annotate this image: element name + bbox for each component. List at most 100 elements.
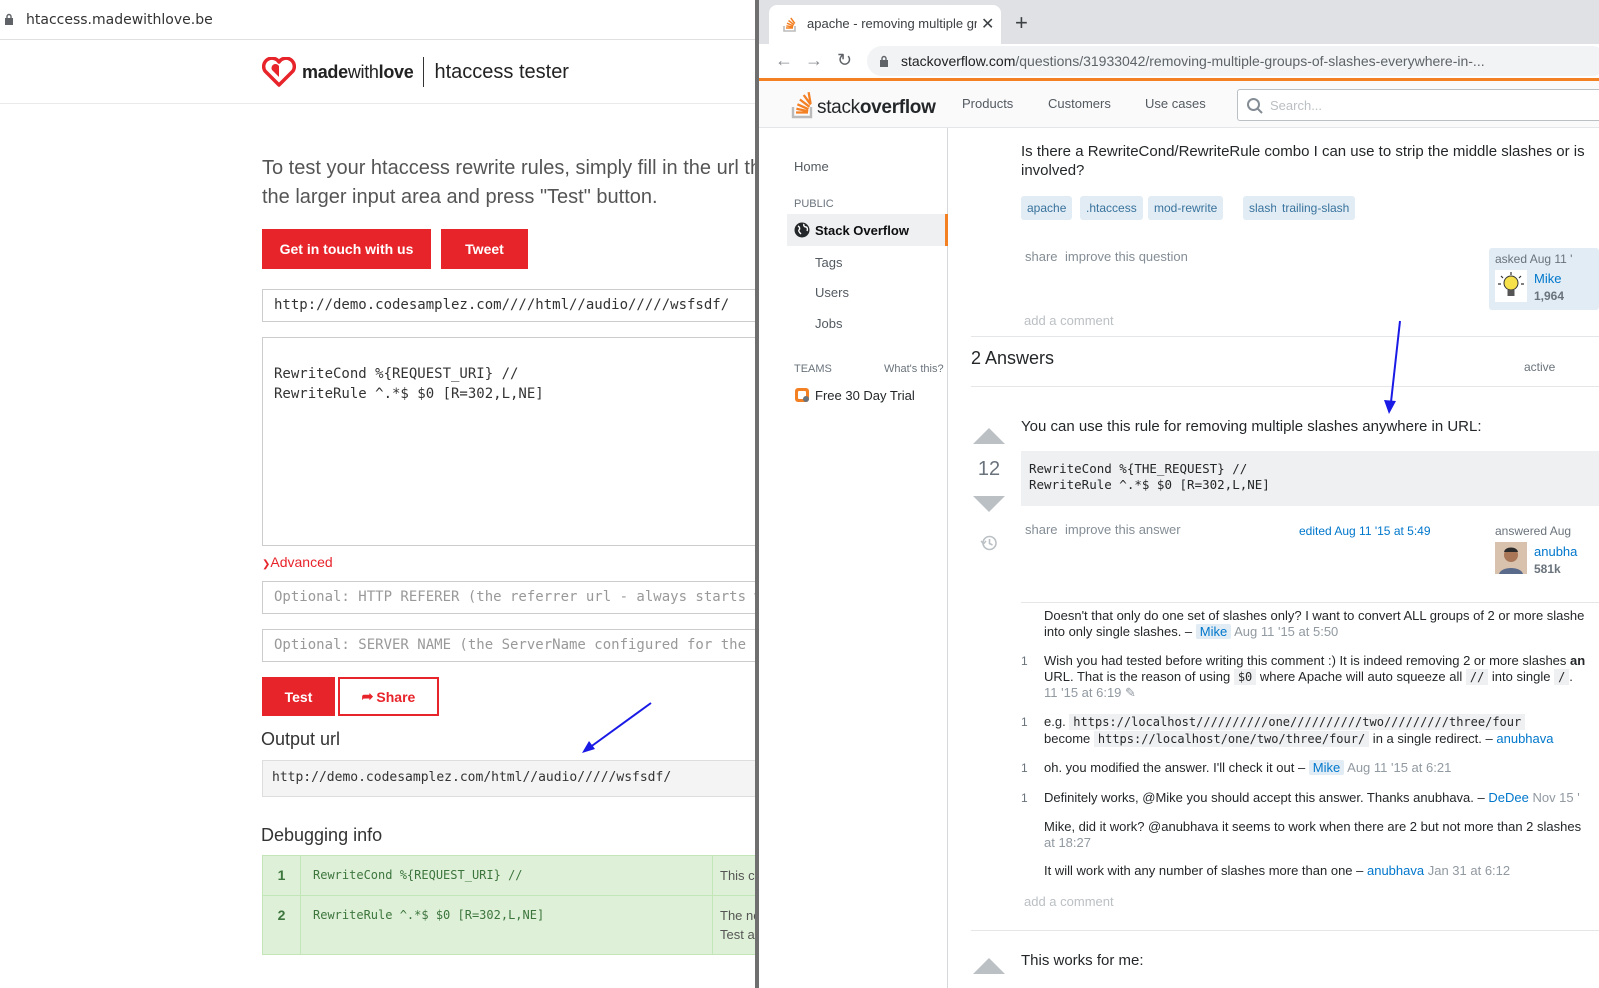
- rules-textarea[interactable]: RewriteCond %{REQUEST_URI} // RewriteRul…: [262, 337, 760, 546]
- comment-date[interactable]: Jan 31 at 6:12: [1428, 863, 1510, 878]
- annotation-arrow-icon: [1384, 320, 1401, 414]
- comment-score: 1: [1021, 791, 1028, 805]
- answer-edited-date[interactable]: edited Aug 11 '15 at 5:49: [1299, 524, 1431, 538]
- htaccess-tester-window: htaccess.madewithlove.be madewithlove ht…: [0, 0, 760, 988]
- so-left-sidebar: Home PUBLIC Stack Overflow Tags Users Jo…: [759, 128, 948, 988]
- back-arrow-icon[interactable]: ←: [775, 50, 793, 71]
- comment-date[interactable]: Aug 11 '15 at 6:21: [1347, 760, 1451, 775]
- brand-separator: [423, 57, 425, 87]
- comment-user[interactable]: Mike: [1195, 624, 1232, 639]
- answer-author-avatar[interactable]: [1495, 542, 1527, 574]
- second-answer-text: This works for me:: [1021, 952, 1144, 969]
- row-message: This c: [712, 855, 760, 896]
- sidebar-item-tags[interactable]: Tags: [815, 255, 842, 270]
- answer-author-reputation: 581k: [1534, 562, 1561, 576]
- row-rule: RewriteCond %{REQUEST_URI} //: [300, 855, 713, 896]
- comment-body: Doesn't that only do one set of slashes …: [1044, 608, 1585, 639]
- server-name-input[interactable]: Optional: SERVER NAME (the ServerName co…: [262, 629, 760, 662]
- share-button[interactable]: ➦ Share: [338, 677, 439, 716]
- tab-title: apache - removing multiple gro: [807, 16, 977, 31]
- comment-user[interactable]: DeDee: [1488, 790, 1528, 805]
- comment-date[interactable]: 11 '15 at 6:19: [1044, 685, 1121, 700]
- comment-date[interactable]: at 18:27: [1044, 835, 1091, 850]
- improve-question-link[interactable]: improve this question: [1065, 249, 1188, 264]
- so-main-content: Is there a RewriteCond/RewriteRule combo…: [949, 128, 1599, 988]
- add-comment-question-link[interactable]: add a comment: [1024, 313, 1114, 328]
- history-icon[interactable]: [980, 534, 998, 552]
- close-tab-icon[interactable]: ✕: [981, 14, 994, 34]
- share-answer-link[interactable]: share: [1025, 522, 1058, 537]
- new-tab-icon[interactable]: +: [1015, 10, 1028, 36]
- sidebar-heading-teams: TEAMS: [794, 363, 832, 375]
- sidebar-item-free-trial[interactable]: Free 30 Day Trial: [794, 387, 915, 403]
- tag-trailing-slash[interactable]: trailing-slash: [1276, 196, 1356, 220]
- forward-arrow-icon[interactable]: →: [805, 50, 823, 71]
- row-number: 1: [262, 855, 301, 896]
- advanced-toggle[interactable]: ❯Advanced: [262, 554, 333, 570]
- comment-user[interactable]: anubhava: [1496, 731, 1553, 746]
- test-button[interactable]: Test: [262, 677, 335, 716]
- brand[interactable]: madewithlove htaccess tester: [262, 56, 569, 88]
- stackoverflow-logo[interactable]: stackoverflow: [791, 87, 936, 119]
- tweet-button[interactable]: Tweet: [441, 229, 528, 269]
- comment-date[interactable]: Aug 11 '15 at 5:50: [1234, 624, 1338, 639]
- share-question-link[interactable]: share: [1025, 249, 1058, 264]
- url-input[interactable]: http://demo.codesamplez.com////html//aud…: [262, 289, 760, 322]
- intro-text: To test your htaccess rewrite rules, sim…: [262, 157, 760, 208]
- whats-this-link[interactable]: What's this?: [884, 363, 944, 375]
- sidebar-item-stack-overflow[interactable]: Stack Overflow: [787, 214, 948, 246]
- comment-body: It will work with any number of slashes …: [1044, 863, 1511, 878]
- add-comment-answer-link[interactable]: add a comment: [1024, 894, 1114, 909]
- so-topbar: stackoverflow Products Customers Use cas…: [759, 81, 1599, 128]
- row-rule: RewriteRule ^.*$ $0 [R=302,L,NE]: [300, 895, 713, 955]
- search-input[interactable]: Search...: [1237, 89, 1599, 121]
- lock-icon: [5, 13, 13, 25]
- comment-body: Mike, did it work? @anubhava it seems to…: [1044, 819, 1582, 850]
- table-row: 2 RewriteRule ^.*$ $0 [R=302,L,NE] The n…: [262, 895, 760, 955]
- downvote-arrow-icon[interactable]: [973, 496, 1005, 512]
- asked-date: asked Aug 11 ': [1495, 252, 1573, 266]
- answer-author-name[interactable]: anubha: [1534, 544, 1577, 559]
- http-referer-input[interactable]: Optional: HTTP REFERER (the referrer url…: [262, 581, 760, 614]
- comment-user[interactable]: Mike: [1308, 760, 1345, 775]
- browser-window-stackoverflow: apache - removing multiple gro ✕ + ← → ↻…: [755, 0, 1599, 988]
- upvote-arrow-icon[interactable]: [973, 428, 1005, 444]
- omnibox[interactable]: stackoverflow.com/questions/31933042/rem…: [867, 46, 1599, 76]
- nav-products[interactable]: Products: [962, 96, 1013, 111]
- stackoverflow-wordmark: stackoverflow: [817, 97, 936, 118]
- improve-answer-link[interactable]: improve this answer: [1065, 522, 1181, 537]
- question-owner-name[interactable]: Mike: [1534, 271, 1561, 286]
- tag-htaccess[interactable]: .htaccess: [1080, 196, 1143, 220]
- tag-apache[interactable]: apache: [1021, 196, 1073, 220]
- sidebar-item-users[interactable]: Users: [815, 285, 849, 300]
- madewithlove-heart-logo-icon: [262, 57, 296, 87]
- stackoverflow-logo-icon: [791, 92, 813, 119]
- section-divider: [971, 336, 1599, 337]
- lightbulb-avatar-icon: [1495, 270, 1527, 302]
- comment-user[interactable]: anubhava: [1367, 863, 1424, 878]
- sort-tab-active[interactable]: active: [1524, 360, 1555, 374]
- question-body: Is there a RewriteCond/RewriteRule combo…: [1021, 143, 1585, 179]
- nav-use-cases[interactable]: Use cases: [1145, 96, 1206, 111]
- answer-vote-count: 12: [977, 458, 1001, 480]
- answer-comments: Doesn't that only do one set of slashes …: [1021, 602, 1599, 878]
- table-row: 1 RewriteCond %{REQUEST_URI} // This c: [262, 855, 760, 896]
- sidebar-item-home[interactable]: Home: [794, 159, 829, 174]
- comment-score: 1: [1021, 715, 1028, 729]
- comment-date[interactable]: Nov 15 ': [1532, 790, 1579, 805]
- sidebar-item-label: Stack Overflow: [815, 223, 909, 238]
- sidebar-item-jobs[interactable]: Jobs: [815, 316, 842, 331]
- stackoverflow-favicon-icon: [783, 17, 796, 32]
- tab-stackoverflow[interactable]: apache - removing multiple gro ✕: [769, 5, 1001, 44]
- reload-icon[interactable]: ↻: [837, 50, 852, 71]
- nav-customers[interactable]: Customers: [1048, 96, 1111, 111]
- tag-mod-rewrite[interactable]: mod-rewrite: [1148, 196, 1224, 220]
- globe-icon: [794, 222, 810, 238]
- get-in-touch-button[interactable]: Get in touch with us: [262, 229, 431, 269]
- comment-body: Definitely works, @Mike you should accep…: [1044, 790, 1580, 805]
- site-header: madewithlove htaccess tester: [0, 40, 760, 104]
- upvote-arrow-icon[interactable]: [973, 958, 1005, 974]
- address-bar[interactable]: htaccess.madewithlove.be: [0, 0, 760, 40]
- comment-body: Wish you had tested before writing this …: [1044, 653, 1586, 700]
- answers-divider: [971, 386, 1599, 387]
